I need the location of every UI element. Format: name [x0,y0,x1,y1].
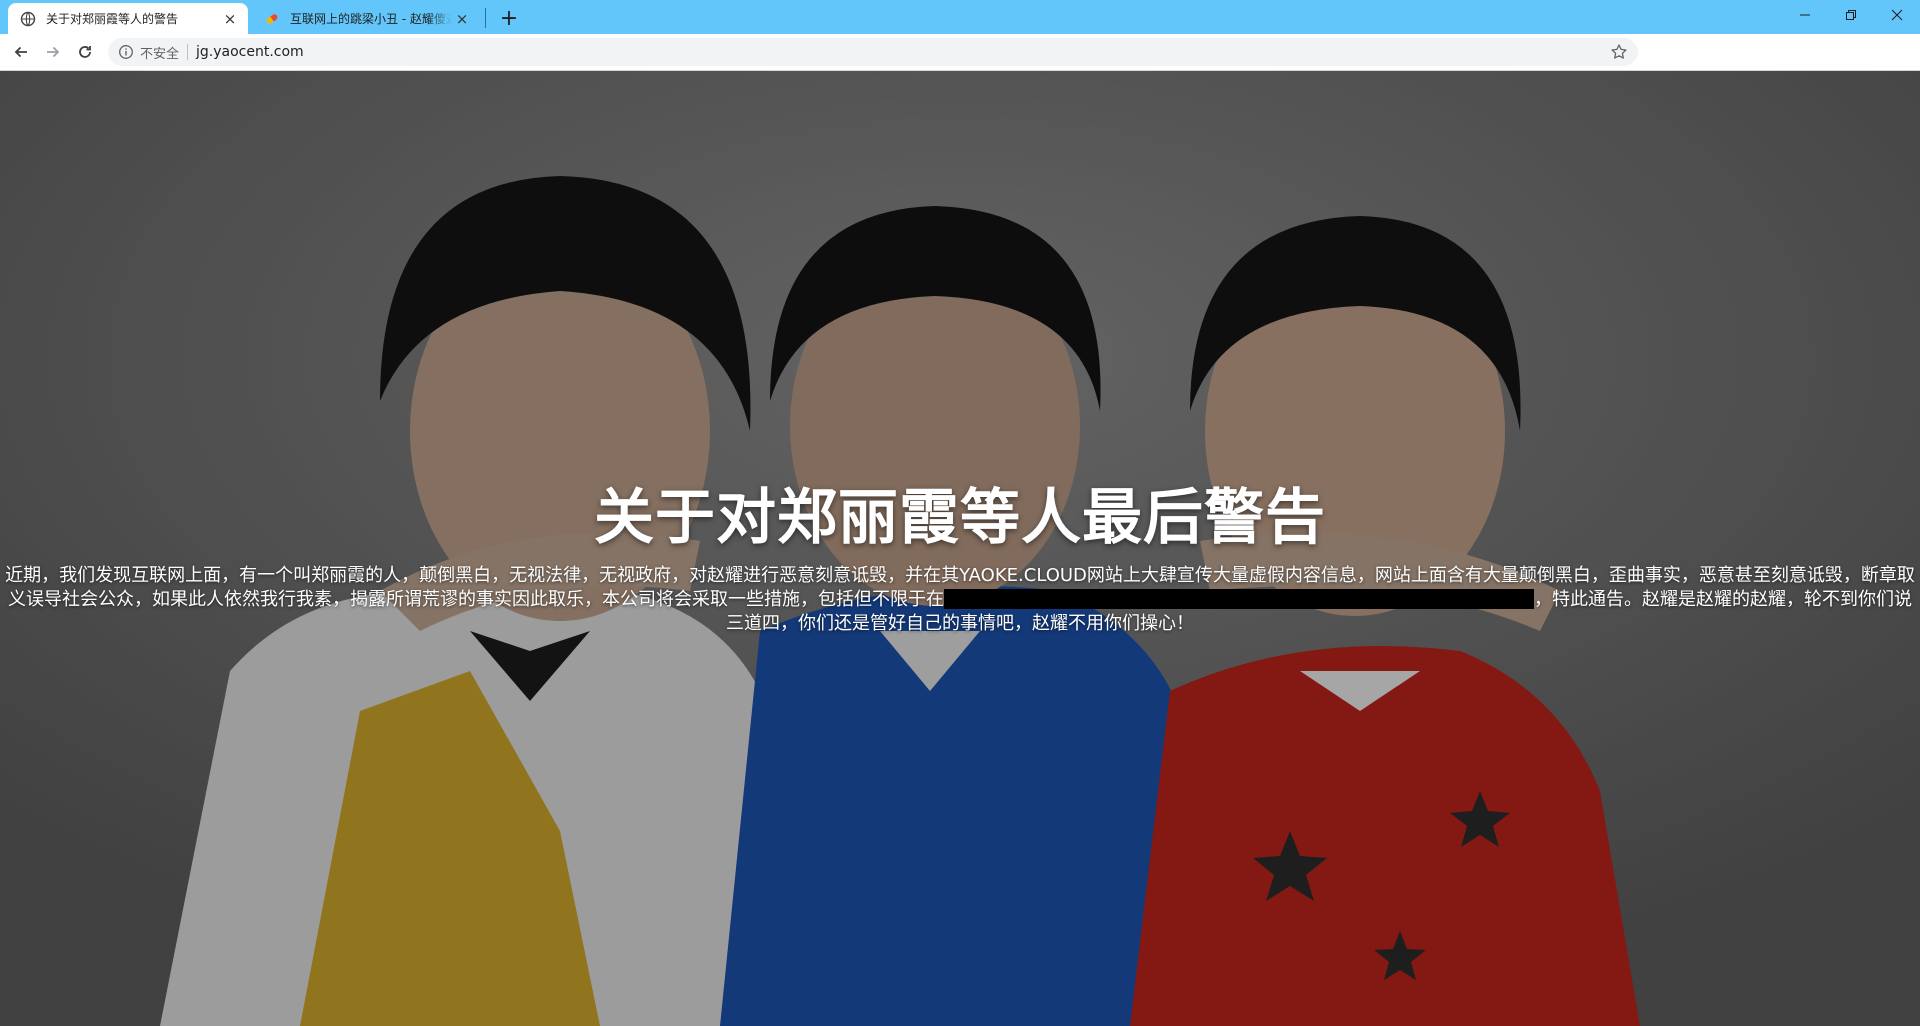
tab-title: 互联网上的跳梁小丑 - 赵耀傻逼 [290,12,452,26]
tab-divider [485,8,486,28]
page-title: 关于对郑丽霞等人最后警告 [594,483,1326,553]
reload-icon [79,46,91,58]
minimize-button[interactable] [1782,0,1828,30]
tab-title: 关于对郑丽霞等人的警告 [46,12,179,26]
close-icon [1891,9,1903,21]
arrow-right-icon [47,46,60,58]
tab-close-icon[interactable]: × [220,9,240,29]
minimize-icon [1800,14,1810,16]
bookmark-star-icon[interactable] [1610,43,1628,61]
info-icon[interactable] [118,44,134,60]
close-window-button[interactable] [1874,0,1920,30]
restore-button[interactable] [1828,0,1874,30]
forward-button[interactable] [40,39,66,65]
security-label[interactable]: 不安全 [140,43,179,62]
restore-icon [1846,10,1856,20]
globe-icon [20,11,36,26]
new-tab-button[interactable]: + [496,6,522,32]
address-divider [187,44,189,60]
reload-button[interactable] [72,39,98,65]
address-bar[interactable]: 不安全 jg.yaocent.com [108,38,1638,66]
url-text[interactable]: jg.yaocent.com [196,44,1610,60]
browser-toolbar: 不安全 jg.yaocent.com [0,34,1920,71]
pill-icon [266,13,278,24]
redaction-bar [944,589,1534,609]
page-content: 关于对郑丽霞等人最后警告 近期，我们发现互联网上面，有一个叫郑丽霞的人，颠倒黑白… [0,71,1920,1026]
tab-close-icon[interactable]: × [452,9,472,29]
tab-clown[interactable]: 互联网上的跳梁小丑 - 赵耀傻逼 × [252,3,480,34]
arrow-left-icon [14,46,27,58]
tab-warning[interactable]: 关于对郑丽霞等人的警告 × [8,3,248,34]
notice-paragraph: 近期，我们发现互联网上面，有一个叫郑丽霞的人，颠倒黑白，无视法律，无视政府，对赵… [4,564,1916,636]
back-button[interactable] [8,39,34,65]
tab-strip: 关于对郑丽霞等人的警告 × 互联网上的跳梁小丑 - 赵耀傻逼 × + [0,0,1920,34]
